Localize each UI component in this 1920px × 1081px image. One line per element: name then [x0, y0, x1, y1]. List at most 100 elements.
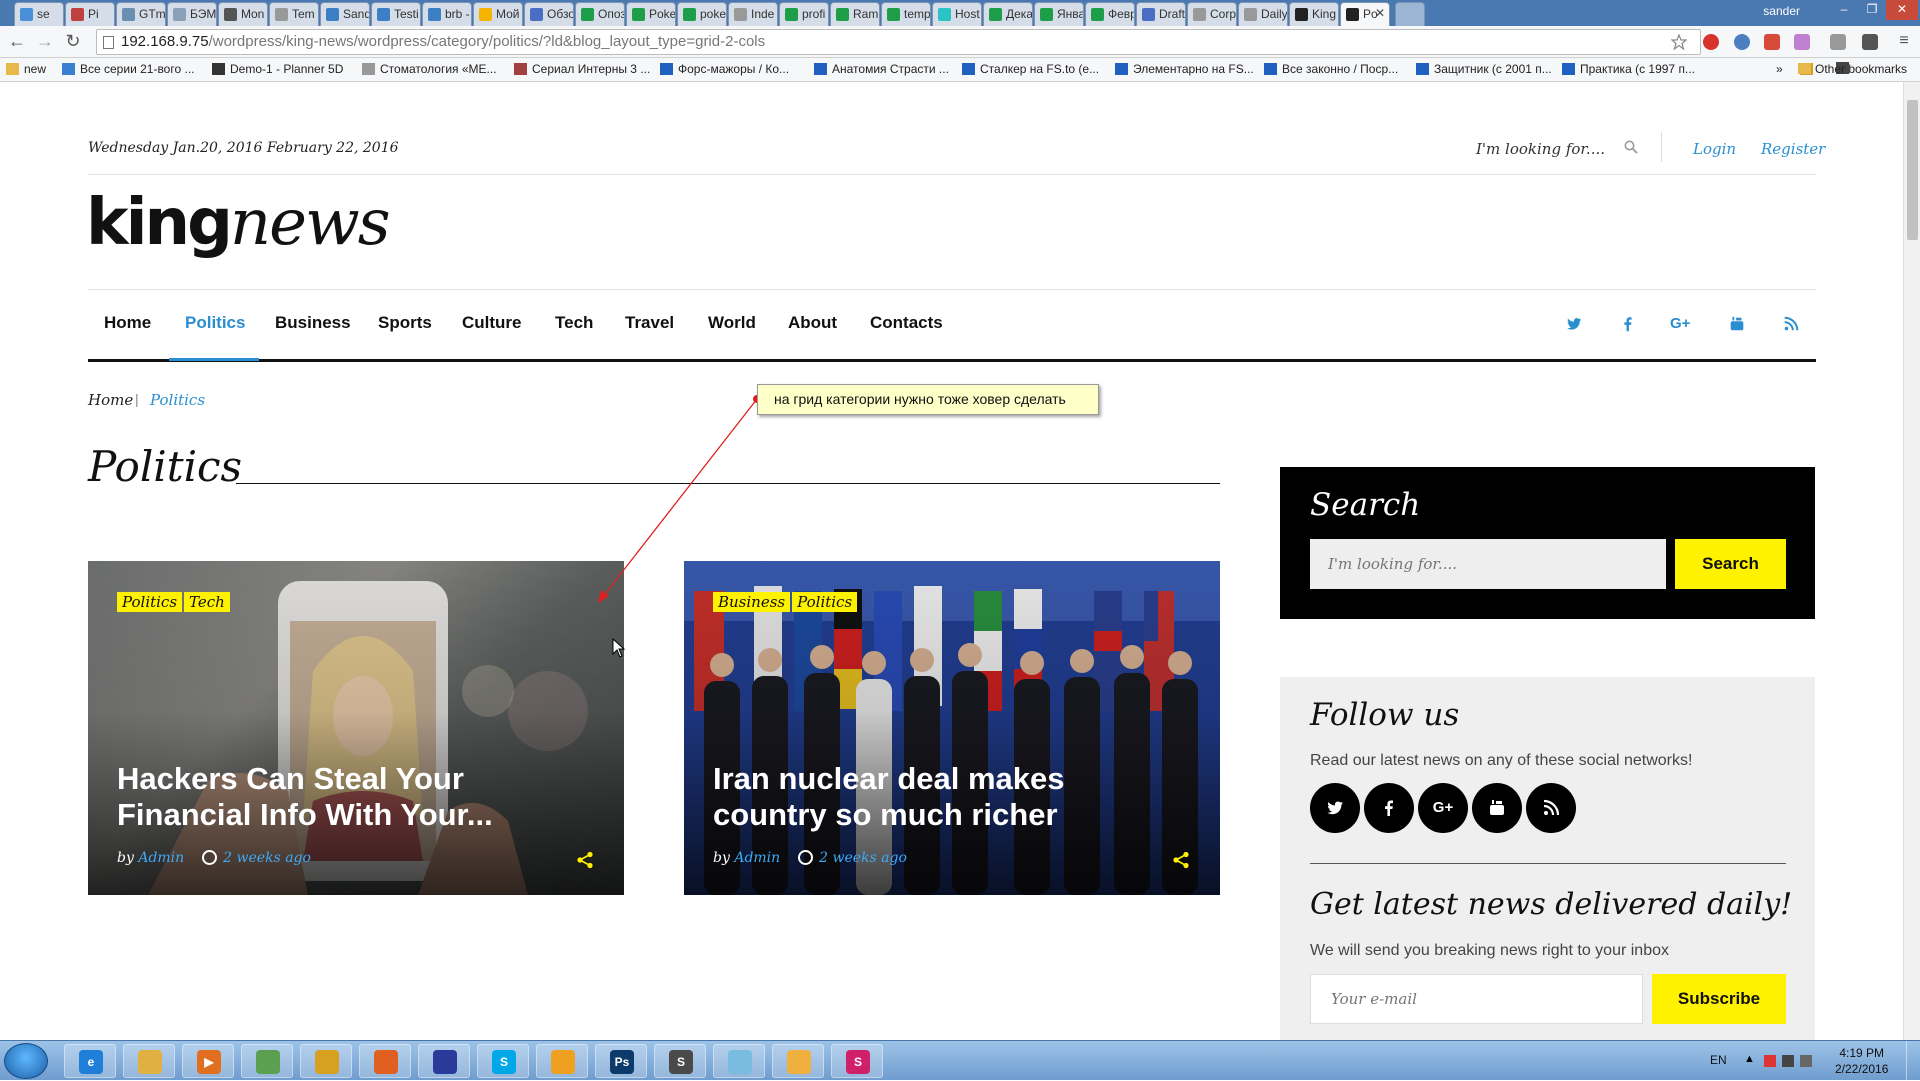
post-date-link[interactable]: 2 weeks ago	[223, 850, 311, 866]
browser-tab[interactable]: brb -	[422, 2, 472, 26]
bookmark-item[interactable]: Сериал Интерны 3 ...	[514, 62, 650, 76]
flag-icon[interactable]	[1800, 1055, 1812, 1067]
bookmark-item[interactable]: Все законно / Поср...	[1264, 62, 1398, 76]
browser-tab[interactable]: Host	[932, 2, 982, 26]
close-tab-icon[interactable]: ✕	[1375, 6, 1385, 20]
taskbar-paint-button[interactable]	[772, 1044, 824, 1078]
browser-tab[interactable]: БЭМ	[167, 2, 217, 26]
register-link[interactable]: Register	[1761, 140, 1825, 158]
login-link[interactable]: Login	[1693, 140, 1736, 158]
other-bookmarks-label[interactable]: Other bookmarks	[1798, 62, 1907, 76]
pen-extension-icon[interactable]	[1794, 34, 1810, 50]
subscribe-button[interactable]: Subscribe	[1652, 974, 1786, 1024]
forward-button[interactable]: →	[34, 32, 56, 52]
post-date-link[interactable]: 2 weeks ago	[819, 850, 907, 866]
bookmark-item[interactable]: new	[6, 62, 46, 76]
taskbar-save-button[interactable]	[418, 1044, 470, 1078]
nav-item-contacts[interactable]: Contacts	[870, 313, 943, 333]
bookmarks-more-button[interactable]: »	[1776, 62, 1783, 76]
browser-tab[interactable]: Sand	[320, 2, 370, 26]
nav-item-culture[interactable]: Culture	[462, 313, 522, 333]
post-title[interactable]: Hackers Can Steal Your Financial Info Wi…	[117, 761, 587, 833]
browser-tab[interactable]: Testi	[371, 2, 421, 26]
browser-tab[interactable]: King	[1289, 2, 1339, 26]
adblock-icon[interactable]	[1703, 34, 1719, 50]
nav-item-business[interactable]: Business	[275, 313, 351, 333]
network-icon[interactable]	[1764, 1055, 1776, 1067]
bookmark-item[interactable]: Защитник (с 2001 п...	[1416, 62, 1552, 76]
youtube-icon[interactable]	[1728, 315, 1746, 333]
browser-tab[interactable]: Дека	[983, 2, 1033, 26]
bookmark-item[interactable]: Практика (с 1997 п...	[1562, 62, 1695, 76]
taskbar-pen-button[interactable]	[713, 1044, 765, 1078]
address-bar[interactable]: 192.168.9.75/wordpress/king-news/wordpre…	[96, 29, 1701, 55]
browser-tab[interactable]: Po ✕	[1340, 2, 1390, 26]
browser-tab[interactable]: Corp	[1187, 2, 1237, 26]
bookmark-item[interactable]: Анатомия Страсти ...	[814, 62, 949, 76]
nav-item-home[interactable]: Home	[104, 313, 151, 333]
browser-tab[interactable]: Mon	[218, 2, 268, 26]
google-plus-icon[interactable]: G+	[1670, 315, 1694, 333]
browser-tab[interactable]: temp	[881, 2, 931, 26]
extension-icon[interactable]	[1830, 34, 1846, 50]
scrollbar-thumb[interactable]	[1907, 100, 1918, 240]
taskbar-explorer-button[interactable]	[123, 1044, 175, 1078]
browser-user-label[interactable]: sander	[1763, 4, 1800, 18]
taskbar-disk-button[interactable]	[241, 1044, 293, 1078]
new-tab-button[interactable]	[1395, 2, 1425, 26]
gmail-extension-icon[interactable]	[1764, 34, 1780, 50]
browser-tab[interactable]: Опоз	[575, 2, 625, 26]
breadcrumb-home[interactable]: Home	[88, 391, 133, 409]
volume-icon[interactable]	[1782, 1055, 1794, 1067]
nav-item-about[interactable]: About	[788, 313, 837, 333]
browser-tab[interactable]: poke	[677, 2, 727, 26]
taskbar-media-button[interactable]: ▶	[182, 1044, 234, 1078]
start-button[interactable]	[4, 1043, 48, 1079]
tag-link[interactable]: Tech	[184, 592, 230, 612]
taskbar-chrome-button[interactable]	[300, 1044, 352, 1078]
browser-tab[interactable]: Февр	[1085, 2, 1135, 26]
search-icon[interactable]	[1624, 140, 1638, 154]
nav-item-world[interactable]: World	[708, 313, 756, 333]
tag-link[interactable]: Politics	[792, 592, 858, 612]
browser-tab[interactable]: Tem	[269, 2, 319, 26]
page-scrollbar[interactable]	[1903, 82, 1920, 1042]
taskbar-app-button[interactable]	[536, 1044, 588, 1078]
author-link[interactable]: Admin	[138, 850, 184, 866]
bookmark-item[interactable]: Форс-мажоры / Ко...	[660, 62, 789, 76]
post-card[interactable]: Business Politics Iran nuclear deal makes…	[684, 561, 1220, 895]
taskbar-photoshop-button[interactable]: Ps	[595, 1044, 647, 1078]
bookmark-item[interactable]: Сталкер на FS.to (е...	[962, 62, 1099, 76]
browser-tab[interactable]: profi	[779, 2, 829, 26]
google-plus-button[interactable]: G+	[1418, 783, 1468, 833]
nav-item-tech[interactable]: Tech	[555, 313, 593, 333]
author-link[interactable]: Admin	[734, 850, 780, 866]
bookmark-item[interactable]: Стоматология «МЕ...	[362, 62, 497, 76]
language-indicator[interactable]: EN	[1710, 1053, 1727, 1067]
browser-tab[interactable]: Мой	[473, 2, 523, 26]
share-icon[interactable]	[1172, 851, 1190, 869]
rss-button[interactable]	[1526, 783, 1576, 833]
sidebar-search-input[interactable]	[1310, 539, 1666, 589]
twitter-button[interactable]	[1310, 783, 1360, 833]
tray-clock[interactable]: 4:19 PM 2/22/2016	[1835, 1045, 1888, 1077]
bookmark-item[interactable]: Все серии 21-вого ...	[62, 62, 194, 76]
post-title[interactable]: Iran nuclear deal makes country so much …	[713, 761, 1183, 833]
browser-tab[interactable]: Poke	[626, 2, 676, 26]
close-window-button[interactable]: ✕	[1886, 0, 1918, 20]
rss-icon[interactable]	[1782, 315, 1800, 333]
sidebar-search-button[interactable]: Search	[1675, 539, 1786, 589]
maximize-button[interactable]: ❐	[1858, 0, 1886, 20]
nav-item-sports[interactable]: Sports	[378, 313, 432, 333]
post-card[interactable]: Politics Tech Hackers Can Steal Your Fina…	[88, 561, 624, 895]
chrome-menu-icon[interactable]: ≡	[1893, 32, 1915, 52]
minimize-button[interactable]: –	[1830, 0, 1858, 20]
taskbar-s-app-button[interactable]: S	[831, 1044, 883, 1078]
browser-tab[interactable]: Янва	[1034, 2, 1084, 26]
browser-tab[interactable]: se	[14, 2, 64, 26]
browser-tab[interactable]: Daily	[1238, 2, 1288, 26]
extension-globe-icon[interactable]	[1734, 34, 1750, 50]
nav-item-politics[interactable]: Politics	[185, 313, 245, 333]
show-desktop-button[interactable]	[1906, 1041, 1920, 1081]
header-search-input[interactable]: I'm looking for....	[1476, 140, 1605, 158]
